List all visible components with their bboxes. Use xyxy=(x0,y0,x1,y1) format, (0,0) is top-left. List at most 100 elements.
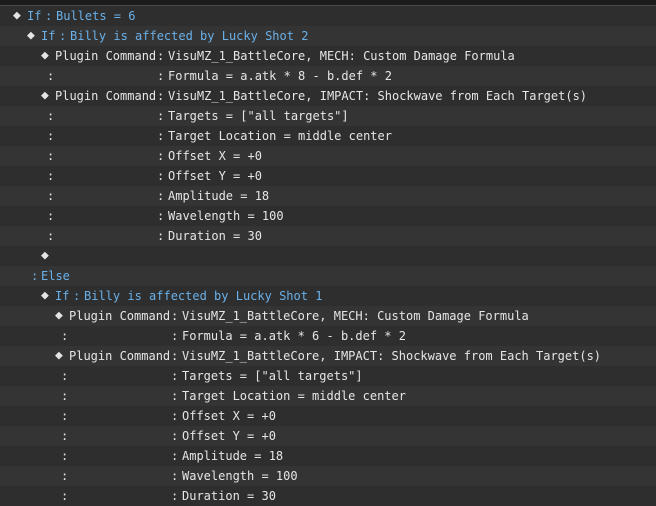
command-row-plugin-command[interactable]: ◆ Plugin Command : VisuMZ_1_BattleCore, … xyxy=(0,306,656,326)
continuation-marker: : xyxy=(47,149,55,163)
command-text: Target Location = middle center xyxy=(168,129,392,143)
continuation-marker: : xyxy=(47,209,55,223)
command-separator: : xyxy=(73,289,81,303)
command-separator: : xyxy=(171,489,179,503)
diamond-icon: ◆ xyxy=(41,248,49,263)
command-row-continuation[interactable]: : : Formula = a.atk * 8 - b.def * 2 xyxy=(0,66,656,86)
diamond-icon: ◆ xyxy=(41,48,49,63)
command-separator: : xyxy=(157,229,165,243)
command-separator: : xyxy=(171,449,179,463)
command-keyword: Plugin Command xyxy=(69,309,171,323)
command-separator: : xyxy=(157,149,165,163)
command-separator: : xyxy=(157,189,165,203)
command-row-continuation[interactable]: : : Targets = ["all targets"] xyxy=(0,366,656,386)
command-row-continuation[interactable]: : : Amplitude = 18 xyxy=(0,186,656,206)
diamond-icon: ◆ xyxy=(27,28,35,43)
command-separator: : xyxy=(157,69,165,83)
command-separator: : xyxy=(171,409,179,423)
command-row-if-bullets[interactable]: ◆ If : Bullets = 6 xyxy=(0,6,656,26)
command-separator: : xyxy=(31,269,39,283)
command-separator: : xyxy=(157,209,165,223)
continuation-marker: : xyxy=(47,129,55,143)
command-separator: : xyxy=(171,389,179,403)
command-row-continuation[interactable]: : : Offset X = +0 xyxy=(0,146,656,166)
continuation-marker: : xyxy=(61,429,69,443)
command-text: Amplitude = 18 xyxy=(182,449,284,463)
command-text: Billy is affected by Lucky Shot 1 xyxy=(84,289,323,303)
command-text: Targets = ["all targets"] xyxy=(168,109,349,123)
command-text: Formula = a.atk * 8 - b.def * 2 xyxy=(168,69,392,83)
command-row-continuation[interactable]: : : Duration = 30 xyxy=(0,226,656,246)
command-text: Targets = ["all targets"] xyxy=(182,369,363,383)
continuation-marker: : xyxy=(61,469,69,483)
command-text: Wavelength = 100 xyxy=(168,209,284,223)
command-text: Duration = 30 xyxy=(168,229,262,243)
command-text: Bullets = 6 xyxy=(56,9,136,23)
command-text: VisuMZ_1_BattleCore, IMPACT: Shockwave f… xyxy=(182,349,602,363)
diamond-icon: ◆ xyxy=(55,348,63,363)
command-row-continuation[interactable]: : : Wavelength = 100 xyxy=(0,206,656,226)
command-row-continuation[interactable]: : : Offset X = +0 xyxy=(0,406,656,426)
continuation-marker: : xyxy=(47,69,55,83)
command-text: Offset X = +0 xyxy=(182,409,276,423)
command-separator: : xyxy=(171,429,179,443)
command-row-if-lucky-shot-1[interactable]: ◆ If : Billy is affected by Lucky Shot 1 xyxy=(0,286,656,306)
continuation-marker: : xyxy=(47,169,55,183)
command-row-plugin-command[interactable]: ◆ Plugin Command : VisuMZ_1_BattleCore, … xyxy=(0,346,656,366)
command-separator: : xyxy=(157,109,165,123)
command-separator: : xyxy=(171,309,179,323)
command-row-continuation[interactable]: : : Offset Y = +0 xyxy=(0,426,656,446)
command-separator: : xyxy=(171,469,179,483)
command-separator: : xyxy=(157,89,165,103)
command-row-continuation[interactable]: : : Target Location = middle center xyxy=(0,386,656,406)
command-text: Offset Y = +0 xyxy=(168,169,262,183)
command-separator: : xyxy=(157,169,165,183)
command-keyword: Plugin Command xyxy=(69,349,171,363)
command-row-if-lucky-shot-2[interactable]: ◆ If : Billy is affected by Lucky Shot 2 xyxy=(0,26,656,46)
diamond-icon: ◆ xyxy=(41,88,49,103)
command-text: Formula = a.atk * 6 - b.def * 2 xyxy=(182,329,406,343)
command-separator: : xyxy=(171,349,179,363)
continuation-marker: : xyxy=(61,489,69,503)
command-text: Billy is affected by Lucky Shot 2 xyxy=(70,29,309,43)
command-text: Duration = 30 xyxy=(182,489,276,503)
command-row-plugin-command[interactable]: ◆ Plugin Command : VisuMZ_1_BattleCore, … xyxy=(0,46,656,66)
continuation-marker: : xyxy=(61,329,69,343)
continuation-marker: : xyxy=(61,389,69,403)
event-command-list[interactable]: ◆ If : Bullets = 6 ◆ If : Billy is affec… xyxy=(0,6,656,506)
command-row-continuation[interactable]: : : Duration = 30 xyxy=(0,486,656,506)
command-separator: : xyxy=(59,29,67,43)
command-keyword: Plugin Command xyxy=(55,89,157,103)
command-separator: : xyxy=(157,49,165,63)
command-row-continuation[interactable]: : : Formula = a.atk * 6 - b.def * 2 xyxy=(0,326,656,346)
command-row-continuation[interactable]: : : Offset Y = +0 xyxy=(0,166,656,186)
command-keyword: Else xyxy=(41,269,70,283)
command-keyword: If xyxy=(27,9,42,23)
command-row-empty[interactable]: ◆ xyxy=(0,246,656,266)
command-separator: : xyxy=(45,9,53,23)
command-separator: : xyxy=(171,369,179,383)
command-row-else[interactable]: : Else xyxy=(0,266,656,286)
continuation-marker: : xyxy=(47,109,55,123)
diamond-icon: ◆ xyxy=(13,8,21,23)
command-text: VisuMZ_1_BattleCore, MECH: Custom Damage… xyxy=(168,49,515,63)
command-keyword: If xyxy=(55,289,70,303)
command-separator: : xyxy=(157,129,165,143)
continuation-marker: : xyxy=(61,369,69,383)
command-row-continuation[interactable]: : : Amplitude = 18 xyxy=(0,446,656,466)
diamond-icon: ◆ xyxy=(55,308,63,323)
command-row-plugin-command[interactable]: ◆ Plugin Command : VisuMZ_1_BattleCore, … xyxy=(0,86,656,106)
continuation-marker: : xyxy=(61,409,69,423)
command-row-continuation[interactable]: : : Targets = ["all targets"] xyxy=(0,106,656,126)
command-text: Offset Y = +0 xyxy=(182,429,276,443)
command-text: Offset X = +0 xyxy=(168,149,262,163)
continuation-marker: : xyxy=(61,449,69,463)
command-text: VisuMZ_1_BattleCore, MECH: Custom Damage… xyxy=(182,309,529,323)
command-row-continuation[interactable]: : : Wavelength = 100 xyxy=(0,466,656,486)
command-keyword: If xyxy=(41,29,56,43)
diamond-icon: ◆ xyxy=(41,288,49,303)
command-separator: : xyxy=(171,329,179,343)
command-text: Wavelength = 100 xyxy=(182,469,298,483)
command-text: VisuMZ_1_BattleCore, IMPACT: Shockwave f… xyxy=(168,89,588,103)
command-row-continuation[interactable]: : : Target Location = middle center xyxy=(0,126,656,146)
